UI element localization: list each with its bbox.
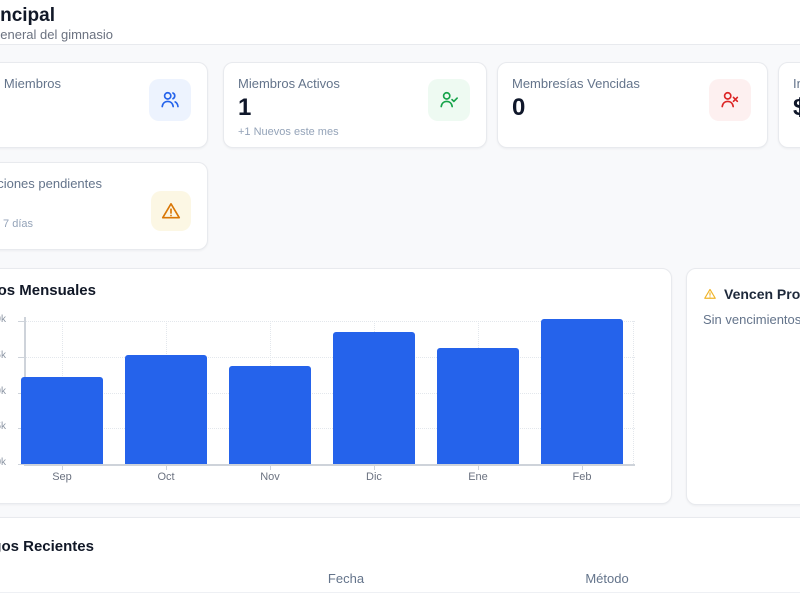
stat-card-ingresos: Ingresos del Mes $ xyxy=(778,62,800,148)
gym-dashboard-screen: Panel Principal Vista general del gimnas… xyxy=(0,0,800,600)
page-subtitle: Vista general del gimnasio xyxy=(0,27,113,42)
x-axis-tickmark xyxy=(478,466,479,470)
section-title: Pagos Recientes xyxy=(0,538,94,555)
stat-subtitle: +1 Nuevos este mes xyxy=(238,126,339,138)
y-axis-tick-label: 0k xyxy=(0,457,6,468)
x-axis-tick-label: Feb xyxy=(572,471,592,483)
panel-title-row: Vencen Pronto xyxy=(703,286,800,302)
x-axis-tickmark xyxy=(374,466,375,470)
y-axis-tick-label: 5k xyxy=(0,421,6,433)
chart-bar-feb xyxy=(541,319,623,464)
chart-bar-sep xyxy=(21,377,103,464)
x-axis-tick-label: Ene xyxy=(468,471,488,483)
x-axis-tickmark xyxy=(166,466,167,470)
y-axis-tick-label: 10k xyxy=(0,385,6,397)
stat-card-membresias-vencidas: Membresías Vencidas 0 xyxy=(497,62,768,148)
column-header-metodo: Método xyxy=(585,571,629,586)
stat-card-miembros-activos: Miembros Activos 1 +1 Nuevos este mes xyxy=(223,62,487,148)
chart-bar-oct xyxy=(125,355,207,464)
x-axis-tickmark xyxy=(582,466,583,470)
column-header-fecha: Fecha xyxy=(327,571,365,586)
card-renovaciones-pendientes: Renovaciones pendientes Próximos 7 días xyxy=(0,162,208,250)
stat-card-total-miembros: Total Miembros xyxy=(0,62,208,148)
stat-subtitle: Próximos 7 días xyxy=(0,218,33,230)
vencen-pronto-panel: Vencen Pronto Sin vencimientos próximos xyxy=(686,268,800,505)
chart-bar-ene xyxy=(437,348,519,464)
chart-gridline-v xyxy=(633,321,634,464)
chart-bar-dic xyxy=(333,332,415,464)
x-axis-tick-label: Sep xyxy=(52,471,72,483)
pagos-recientes-card: Pagos Recientes Fecha Método xyxy=(0,517,800,600)
x-axis-tick-label: Oct xyxy=(157,471,175,483)
user-check-icon xyxy=(428,79,470,121)
alert-triangle-icon xyxy=(704,288,716,299)
chart-bar-nov xyxy=(229,366,311,464)
x-axis-tick-label: Nov xyxy=(260,471,280,483)
y-axis-tick-label: 15k xyxy=(0,349,6,361)
stat-label: Ingresos del Mes xyxy=(793,76,800,91)
page-title: Panel Principal xyxy=(0,5,55,26)
user-x-icon xyxy=(709,79,751,121)
stat-value: $ xyxy=(793,94,800,121)
y-axis-tick-label: 20k xyxy=(0,314,6,325)
x-axis-tick-label: Dic xyxy=(366,471,382,483)
x-axis-tickmark xyxy=(270,466,271,470)
stat-label: Total Miembros xyxy=(0,76,61,91)
alert-triangle-icon xyxy=(151,191,191,231)
chart-title: Ingresos Mensuales xyxy=(0,282,96,299)
panel-empty-message: Sin vencimientos próximos xyxy=(703,312,800,327)
x-axis-line xyxy=(24,464,635,466)
x-axis-tickmark xyxy=(62,466,63,470)
stat-label: Renovaciones pendientes xyxy=(0,176,102,191)
users-icon xyxy=(149,79,191,121)
page-header: Panel Principal Vista general del gimnas… xyxy=(0,0,800,45)
monthly-income-chart-card: Ingresos Mensuales 20k 15k 10k 5k 0k Sep Oct No… xyxy=(0,268,672,504)
table-header-row: Fecha Método xyxy=(0,565,800,593)
panel-title: Vencen Pronto xyxy=(724,286,800,302)
